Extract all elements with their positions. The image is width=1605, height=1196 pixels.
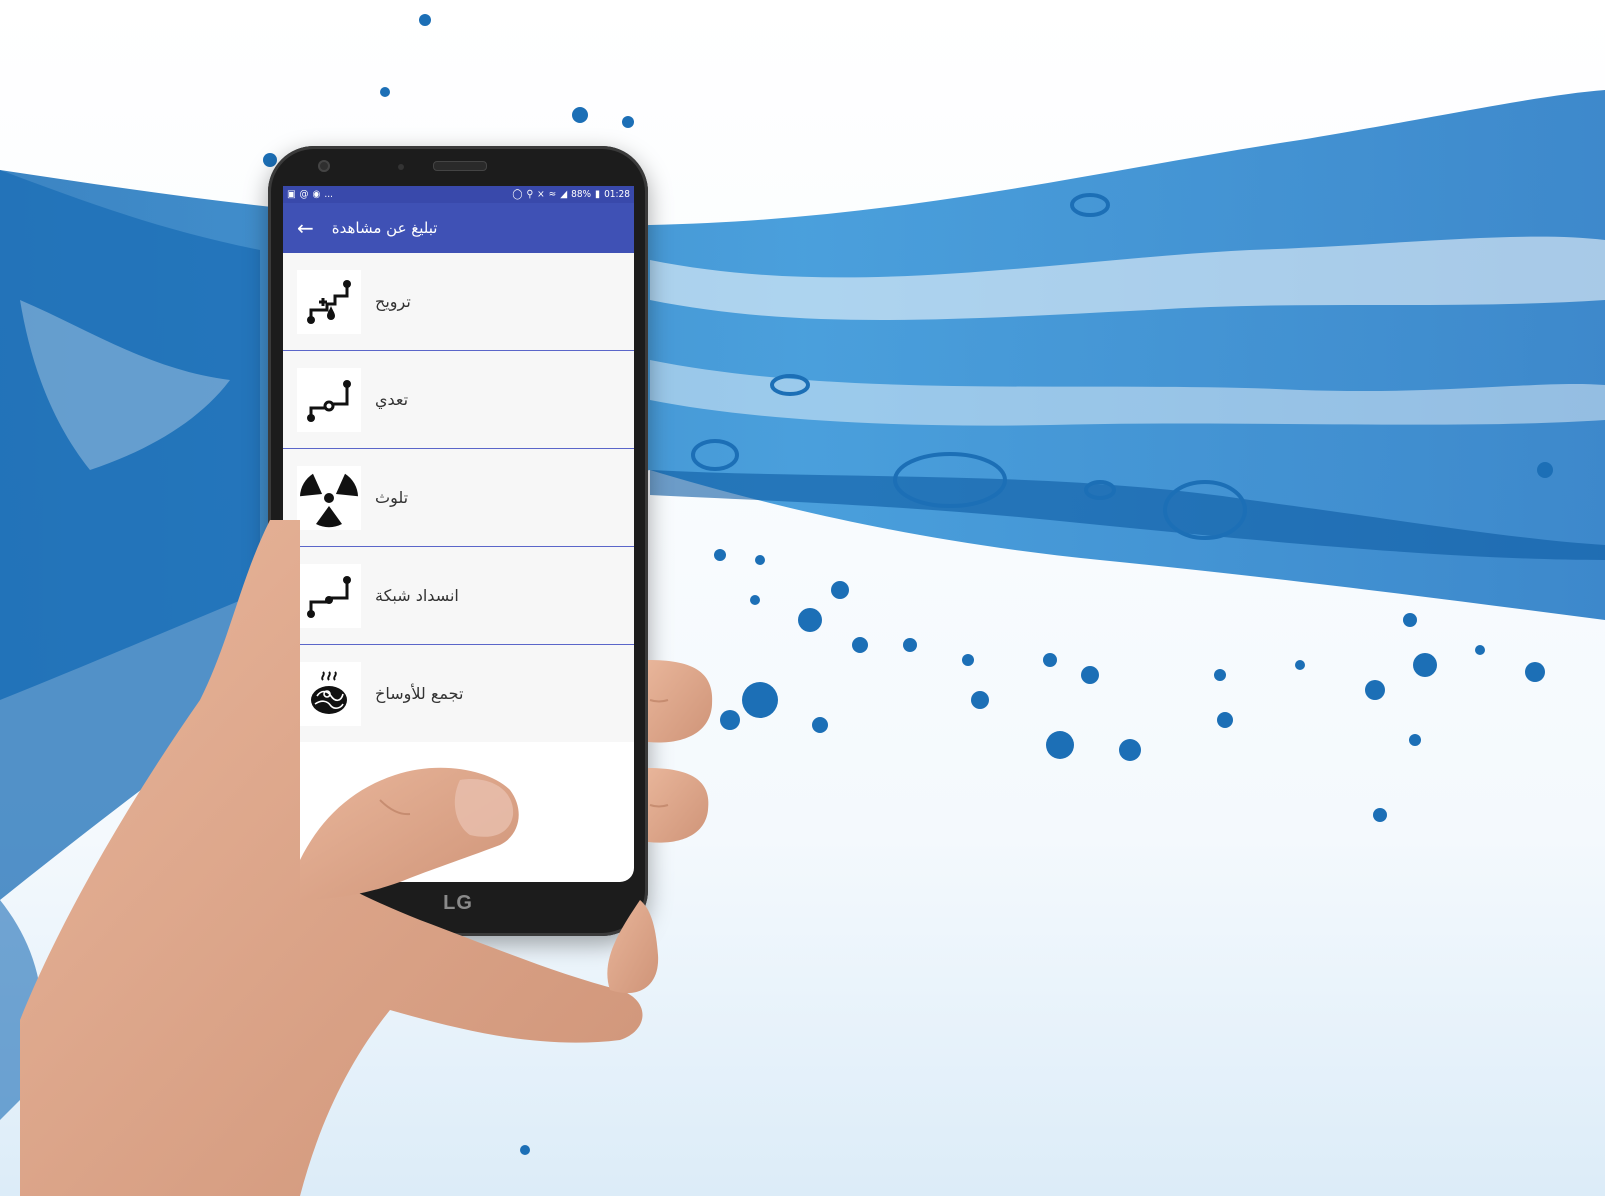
front-camera xyxy=(318,160,330,172)
mute-icon: × xyxy=(537,189,545,200)
phone-screen: ▣ @ ◉ ... ◯ ⚲ × ≈ ◢ 88% ▮ 01:28 ← تبليغ … xyxy=(283,186,634,882)
list-item-label: ترويح xyxy=(375,292,411,311)
clock: 01:28 xyxy=(604,189,630,200)
promo-scene: LG ▣ @ ◉ ... ◯ ⚲ × ≈ ◢ 88% ▮ 01:28 ← تبل… xyxy=(0,0,1605,1196)
pipe-valve-icon xyxy=(297,367,361,432)
page-title: تبليغ عن مشاهدة xyxy=(331,219,438,237)
list-item-label: تجمع للأوساخ xyxy=(375,684,464,703)
status-more: ... xyxy=(324,189,333,200)
radiation-icon xyxy=(297,465,361,530)
earpiece-speaker xyxy=(433,161,487,171)
alarm-icon: ◯ xyxy=(512,189,523,200)
list-item-label: انسداد شبكة xyxy=(375,586,459,605)
waste-pile-icon xyxy=(297,661,361,726)
phone-brand-logo: LG xyxy=(443,892,473,914)
list-item-label: تلوث xyxy=(375,488,409,507)
location-icon: ⚲ xyxy=(526,189,534,200)
at-icon: @ xyxy=(299,189,309,200)
pipe-network-icon xyxy=(297,563,361,628)
water-splash-background xyxy=(0,0,1605,1196)
status-bar: ▣ @ ◉ ... ◯ ⚲ × ≈ ◢ 88% ▮ 01:28 xyxy=(283,186,634,203)
list-item[interactable]: تعدي xyxy=(283,351,634,449)
list-item[interactable]: انسداد شبكة xyxy=(283,547,634,645)
battery-percent: 88% xyxy=(571,189,592,200)
list-item[interactable]: تلوث xyxy=(283,449,634,547)
wifi-icon: ≈ xyxy=(548,189,557,200)
leaking-pipe-icon xyxy=(297,269,361,334)
arrow-back-icon[interactable]: ← xyxy=(297,218,314,238)
list-item[interactable]: تجمع للأوساخ xyxy=(283,645,634,742)
list-item[interactable]: ترويح xyxy=(283,253,634,351)
report-type-list: ترويح تعدي تلوث انسداد شبكة تجمع للأوساخ xyxy=(283,253,634,742)
image-icon: ▣ xyxy=(287,189,296,200)
status-bar-left: ▣ @ ◉ ... xyxy=(287,189,333,200)
facebook-icon: ◉ xyxy=(312,189,321,200)
app-bar: ← تبليغ عن مشاهدة xyxy=(283,203,634,253)
list-item-label: تعدي xyxy=(375,390,409,409)
battery-icon: ▮ xyxy=(595,189,601,200)
proximity-sensor xyxy=(398,164,404,170)
signal-icon: ◢ xyxy=(560,189,568,200)
status-bar-right: ◯ ⚲ × ≈ ◢ 88% ▮ 01:28 xyxy=(512,189,630,200)
